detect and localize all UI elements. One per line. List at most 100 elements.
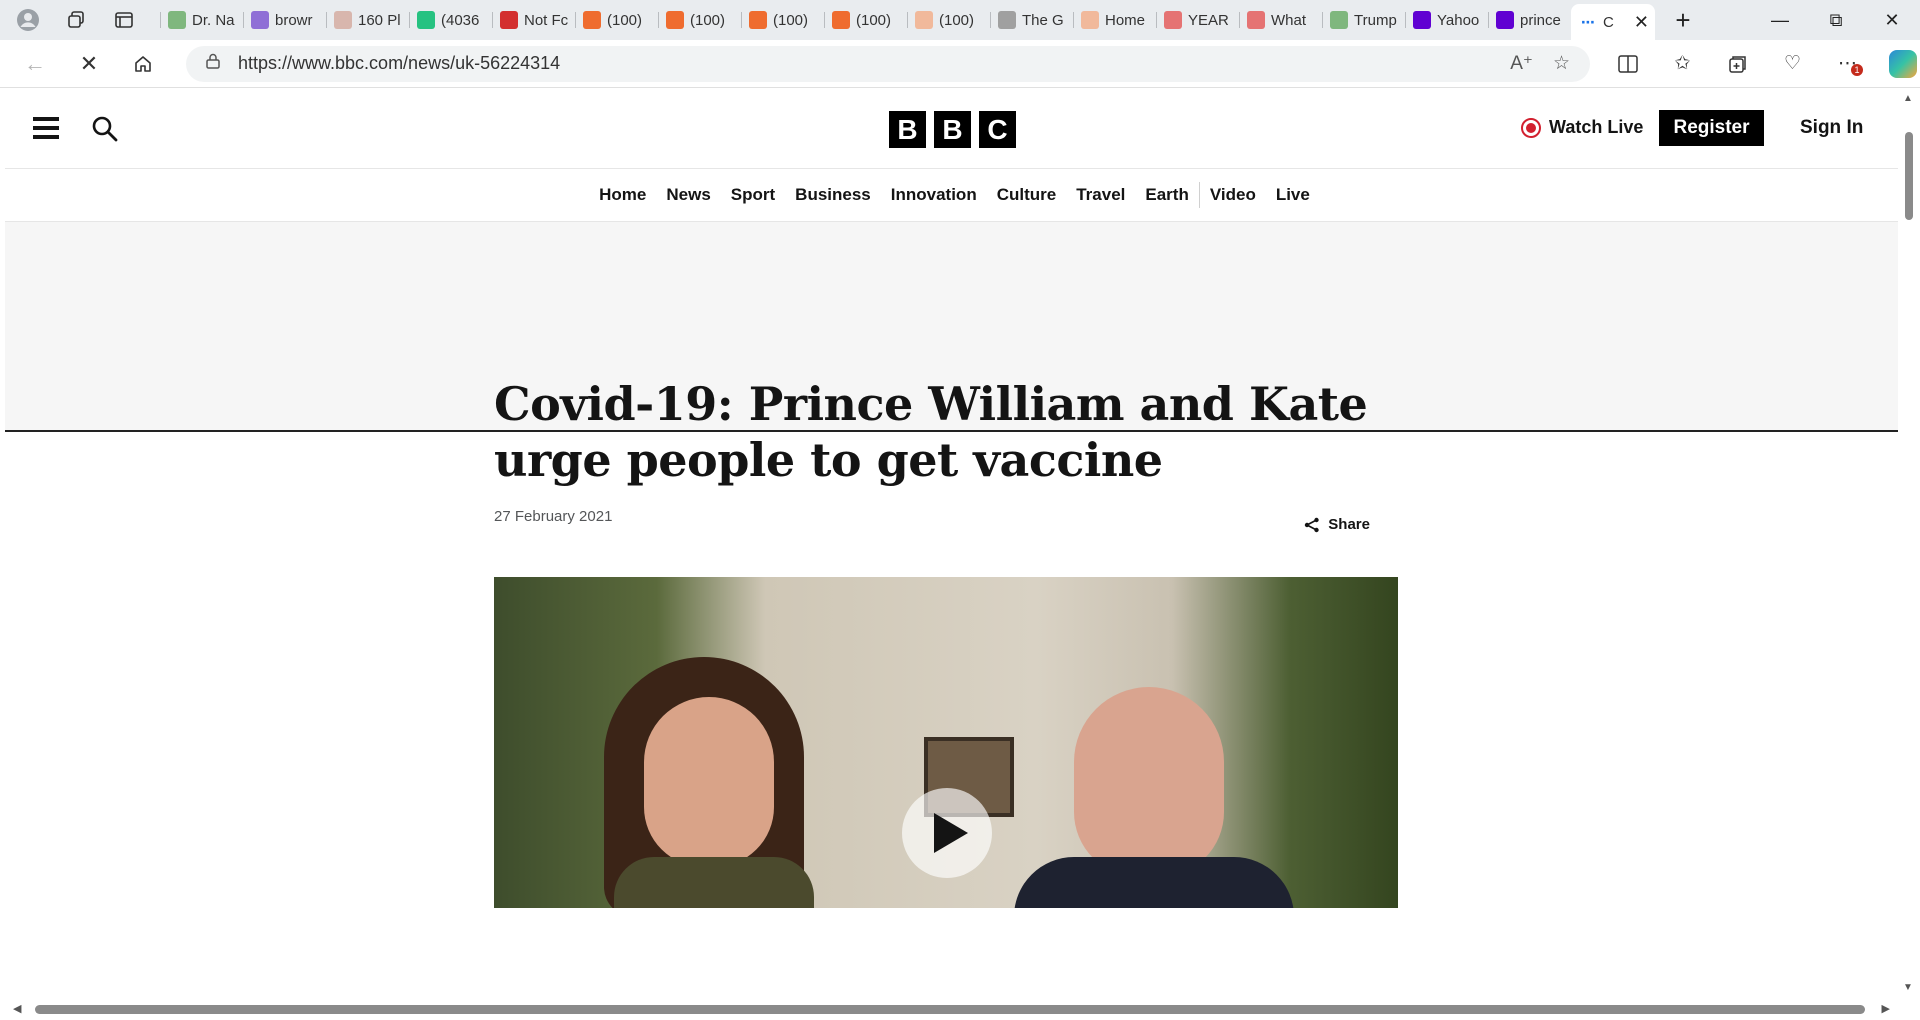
vertical-scroll-thumb[interactable]	[1905, 132, 1913, 220]
browser-tab[interactable]: 160 Pl	[326, 4, 409, 36]
scroll-up-icon[interactable]: ▲	[1903, 93, 1913, 104]
notification-badge: 1	[1851, 63, 1863, 76]
search-icon[interactable]	[91, 115, 119, 143]
nav-sport[interactable]: Sport	[721, 185, 785, 205]
tab-title: Not Fc	[524, 11, 569, 29]
watch-live-label: Watch Live	[1549, 117, 1644, 137]
tab-title: 160 Pl	[358, 11, 401, 29]
browser-tab[interactable]: What	[1239, 4, 1322, 36]
watch-live-link[interactable]: Watch Live	[1521, 117, 1643, 138]
nav-home[interactable]: Home	[589, 185, 656, 205]
address-bar[interactable]: https://www.bbc.com/news/uk-56224314 A⁺ …	[186, 45, 1590, 82]
browser-toolbar: ← ✕ https://www.bbc.com/news/uk-56224314…	[0, 40, 1920, 88]
browser-tab[interactable]: Dr. Na	[160, 4, 243, 36]
tab-title: Yahoo	[1437, 11, 1480, 29]
ds-icon	[998, 11, 1016, 29]
nav-business[interactable]: Business	[785, 185, 881, 205]
bookmark-icon	[832, 11, 850, 29]
url-text[interactable]: https://www.bbc.com/news/uk-56224314	[238, 53, 1510, 74]
share-button[interactable]: Share	[1304, 516, 1370, 533]
close-window-button[interactable]: ✕	[1864, 0, 1920, 40]
nav-live[interactable]: Live	[1266, 185, 1320, 205]
tab-title: Dr. Na	[192, 11, 235, 29]
menu-icon[interactable]	[33, 117, 59, 139]
read-aloud-icon[interactable]: A⁺	[1510, 52, 1533, 75]
tab-title: (100)	[856, 11, 892, 29]
back-button[interactable]: ←	[8, 44, 62, 84]
browser-tab[interactable]: Not Fc	[492, 4, 575, 36]
profile-icon[interactable]	[12, 4, 44, 36]
tab-title: What	[1271, 11, 1307, 29]
split-screen-icon[interactable]	[1600, 46, 1655, 82]
stop-loading-button[interactable]: ✕	[62, 44, 116, 84]
yahoo-icon	[251, 11, 269, 29]
play-icon[interactable]	[902, 788, 992, 878]
window-controls: — ⧉ ✕	[1752, 0, 1920, 40]
browser-tab[interactable]: (100)	[741, 4, 824, 36]
collections-icon[interactable]	[1710, 46, 1765, 82]
browser-tab[interactable]: (100)	[907, 4, 990, 36]
active-browser-tab[interactable]: ⋯ C ✕	[1571, 4, 1655, 40]
logo-letter: C	[979, 111, 1016, 148]
browser-tab[interactable]: YEAR	[1156, 4, 1239, 36]
tab-actions-icon[interactable]	[108, 4, 140, 36]
nav-news[interactable]: News	[656, 185, 720, 205]
browser-tab[interactable]: (100)	[658, 4, 741, 36]
browser-tab[interactable]: (100)	[824, 4, 907, 36]
article-meta: 27 February 2021 Share	[494, 508, 1398, 533]
browser-tab[interactable]: (4036	[409, 4, 492, 36]
video-player[interactable]	[494, 577, 1398, 908]
tab-title: The G	[1022, 11, 1064, 29]
tabstrip-leading-controls	[0, 0, 160, 40]
bi-icon	[334, 11, 352, 29]
settings-more-icon[interactable]: ⋯ 1	[1820, 46, 1875, 82]
tab-title: C	[1603, 13, 1614, 31]
yahoo-icon	[1413, 11, 1431, 29]
browser-essentials-icon[interactable]: ♡	[1765, 46, 1820, 82]
new-tab-button[interactable]: +	[1661, 4, 1705, 36]
sign-in-link[interactable]: Sign In	[1800, 117, 1863, 139]
share-icon	[1305, 517, 1319, 532]
horizontal-scrollbar[interactable]: ◀ ▶	[5, 997, 1898, 1020]
scroll-down-icon[interactable]: ▼	[1903, 982, 1913, 993]
workspaces-icon[interactable]	[60, 4, 92, 36]
play-icon	[168, 11, 186, 29]
tab-title: browr	[275, 11, 313, 29]
bookmark-icon	[666, 11, 684, 29]
bbc-logo[interactable]: B B C	[889, 111, 1016, 148]
restore-button[interactable]: ⧉	[1808, 0, 1864, 40]
youtube-icon	[1164, 11, 1182, 29]
tab-title: prince	[1520, 11, 1561, 29]
horizontal-scroll-thumb[interactable]	[35, 1005, 1865, 1014]
favorites-icon[interactable]: ✩	[1655, 46, 1710, 82]
bookmark-icon	[583, 11, 601, 29]
register-button[interactable]: Register	[1659, 110, 1764, 146]
loading-icon: ⋯	[1581, 13, 1595, 30]
nav-innovation[interactable]: Innovation	[881, 185, 987, 205]
logo-letter: B	[889, 111, 926, 148]
lock-icon[interactable]	[206, 53, 220, 74]
scroll-left-icon[interactable]: ◀	[13, 1002, 21, 1015]
nav-video[interactable]: Video	[1200, 185, 1266, 205]
browser-tab[interactable]: browr	[243, 4, 326, 36]
nav-culture[interactable]: Culture	[987, 185, 1067, 205]
browser-tab[interactable]: The G	[990, 4, 1073, 36]
browser-tab[interactable]: Home	[1073, 4, 1156, 36]
tab-title: (100)	[773, 11, 809, 29]
browser-tab[interactable]: (100)	[575, 4, 658, 36]
vertical-scrollbar[interactable]: ▲ ▼	[1898, 89, 1920, 997]
copilot-icon[interactable]	[1875, 46, 1920, 82]
nav-travel[interactable]: Travel	[1066, 185, 1135, 205]
home-button[interactable]	[116, 44, 170, 84]
browser-tab[interactable]: Yahoo	[1405, 4, 1488, 36]
close-tab-icon[interactable]: ✕	[1634, 12, 1649, 33]
tab-title: Trump	[1354, 11, 1397, 29]
scroll-right-icon[interactable]: ▶	[1882, 1002, 1890, 1015]
browser-tools: ✩ ♡ ⋯ 1	[1600, 46, 1920, 82]
minimize-button[interactable]: —	[1752, 0, 1808, 40]
nav-earth[interactable]: Earth	[1135, 185, 1198, 205]
favorite-star-icon[interactable]: ☆	[1553, 52, 1570, 75]
browser-tab[interactable]: Trump	[1322, 4, 1405, 36]
browser-tab-strip: Dr. Na browr 160 Pl (4036 Not Fc (100) (100) (1…	[0, 0, 1920, 40]
browser-tab[interactable]: prince	[1488, 4, 1571, 36]
